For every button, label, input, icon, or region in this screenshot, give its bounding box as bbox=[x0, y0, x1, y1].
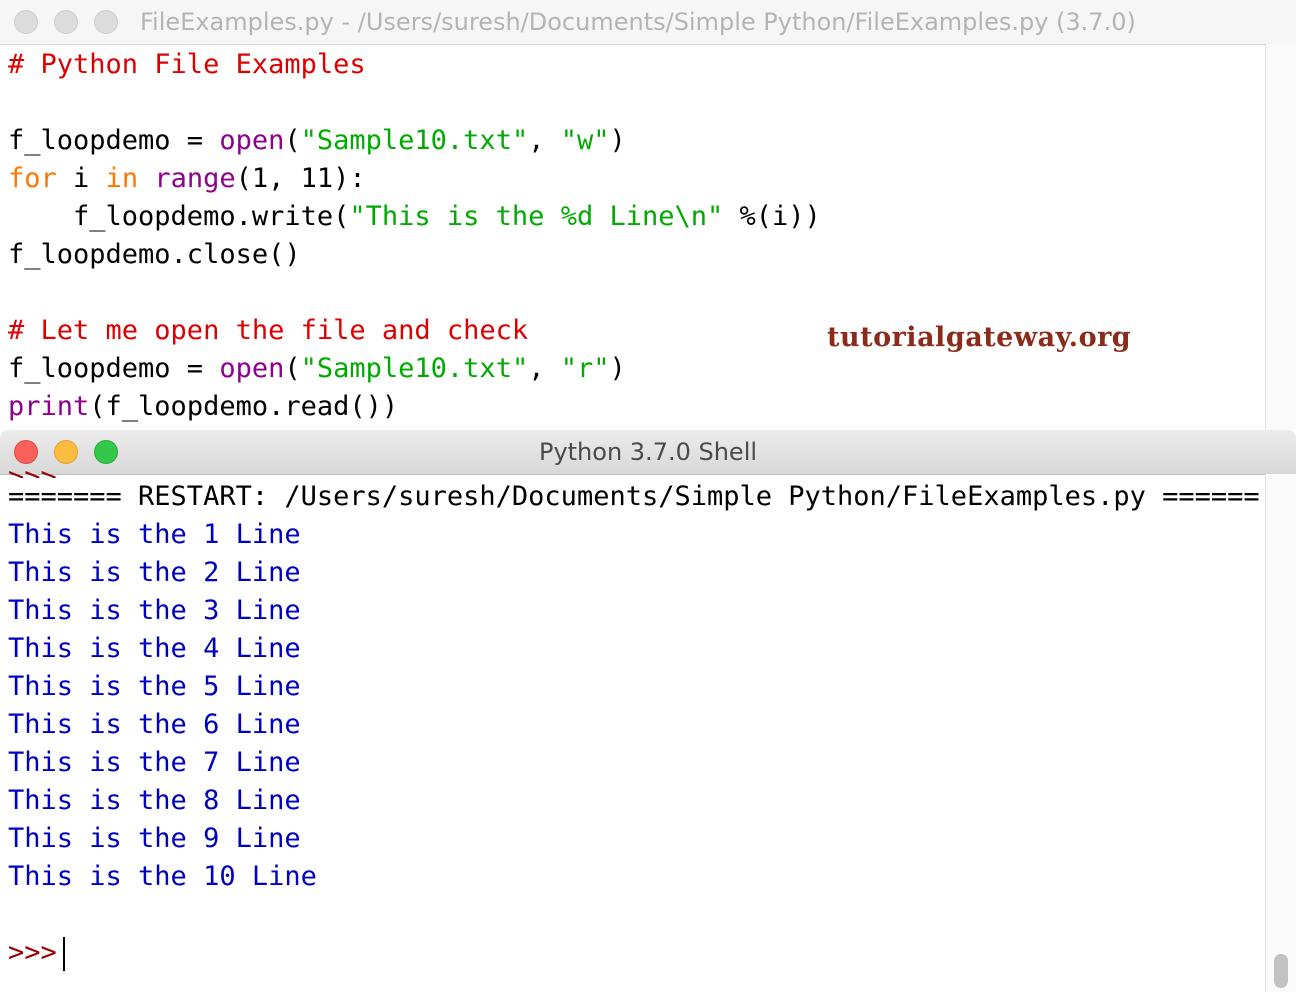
output-line: This is the 8 Line bbox=[8, 785, 301, 816]
shell-prompt: >>> bbox=[8, 937, 57, 968]
code-line: f_loopdemo.close() bbox=[8, 236, 821, 274]
output-line: This is the 6 Line bbox=[8, 709, 301, 740]
scrollbar-thumb[interactable] bbox=[1274, 954, 1288, 988]
code-token: f_loopdemo = bbox=[8, 125, 220, 156]
code-token: "Sample10.txt" bbox=[300, 353, 529, 384]
shell-scrollbar[interactable] bbox=[1265, 474, 1296, 992]
output-line: This is the 5 Line bbox=[8, 671, 301, 702]
code-token: for bbox=[8, 163, 57, 194]
code-token: f_loopdemo.close() bbox=[8, 239, 301, 270]
code-token: print bbox=[8, 391, 90, 422]
code-token: open bbox=[219, 353, 285, 384]
code-line: print(f_loopdemo.read()) bbox=[8, 388, 821, 426]
shell-title: Python 3.7.0 Shell bbox=[538, 438, 758, 466]
prompt-line[interactable]: >>> bbox=[8, 934, 1260, 972]
text-cursor bbox=[62, 936, 65, 971]
shell-window: Python 3.7.0 Shell >>> ======= RESTART: … bbox=[0, 430, 1296, 992]
code-token: , bbox=[528, 353, 561, 384]
code-token: ) bbox=[609, 125, 626, 156]
watermark: tutorialgateway.org bbox=[827, 322, 1132, 353]
code-token: %(i)) bbox=[723, 201, 821, 232]
code-line: # Let me open the file and check bbox=[8, 312, 821, 350]
code-token: "r" bbox=[560, 353, 610, 384]
code-token: (f_loopdemo.read()) bbox=[89, 391, 399, 422]
code-token: ( bbox=[284, 125, 301, 156]
code-token: in bbox=[105, 163, 139, 194]
code-token: # Python File Examples bbox=[8, 49, 366, 80]
minimize-icon[interactable] bbox=[54, 10, 78, 34]
output-line: This is the 10 Line bbox=[8, 861, 317, 892]
editor-window: FileExamples.py - /Users/suresh/Document… bbox=[0, 0, 1296, 430]
editor-scrollbar[interactable] bbox=[1265, 44, 1296, 430]
code-token: range bbox=[154, 163, 236, 194]
code-token: f_loopdemo.write( bbox=[8, 201, 350, 232]
output-line: This is the 9 Line bbox=[8, 823, 301, 854]
code-line: for i in range(1, 11): bbox=[8, 160, 821, 198]
code-token: "Sample10.txt" bbox=[300, 125, 529, 156]
code-line: # Python File Examples bbox=[8, 46, 821, 84]
code-editor[interactable]: # Python File Examples f_loopdemo = open(… bbox=[8, 46, 821, 426]
code-line: f_loopdemo = open("Sample10.txt", "r") bbox=[8, 350, 821, 388]
code-line: f_loopdemo = open("Sample10.txt", "w") bbox=[8, 122, 821, 160]
editor-titlebar: FileExamples.py - /Users/suresh/Document… bbox=[0, 0, 1296, 45]
code-token: , bbox=[528, 125, 561, 156]
shell-output[interactable]: ======= RESTART: /Users/suresh/Documents… bbox=[8, 478, 1260, 992]
output-line: This is the 7 Line bbox=[8, 747, 301, 778]
code-token: # Let me open the file and check bbox=[8, 315, 529, 346]
shell-prompt-partial: >>> bbox=[8, 466, 57, 478]
code-token: f_loopdemo = bbox=[8, 353, 220, 384]
output-line: This is the 2 Line bbox=[8, 557, 301, 588]
output-lines: This is the 1 Line This is the 2 Line This… bbox=[8, 516, 1260, 896]
code-token: ( bbox=[284, 353, 301, 384]
code-token: "w" bbox=[560, 125, 610, 156]
close-icon[interactable] bbox=[14, 10, 38, 34]
code-line: f_loopdemo.write("This is the %d Line\n"… bbox=[8, 198, 821, 236]
editor-title: FileExamples.py - /Users/suresh/Document… bbox=[140, 8, 1136, 36]
output-line: This is the 1 Line bbox=[8, 519, 301, 550]
output-line: This is the 4 Line bbox=[8, 633, 301, 664]
zoom-icon[interactable] bbox=[94, 10, 118, 34]
restart-line: ======= RESTART: /Users/suresh/Documents… bbox=[8, 481, 1260, 512]
code-token: i bbox=[56, 163, 106, 194]
code-token: ) bbox=[609, 353, 626, 384]
shell-titlebar: Python 3.7.0 Shell bbox=[0, 430, 1296, 475]
output-line: This is the 3 Line bbox=[8, 595, 301, 626]
code-token: (1, 11): bbox=[235, 163, 366, 194]
code-token: open bbox=[219, 125, 285, 156]
code-token: "This is the %d Line\n" bbox=[349, 201, 724, 232]
